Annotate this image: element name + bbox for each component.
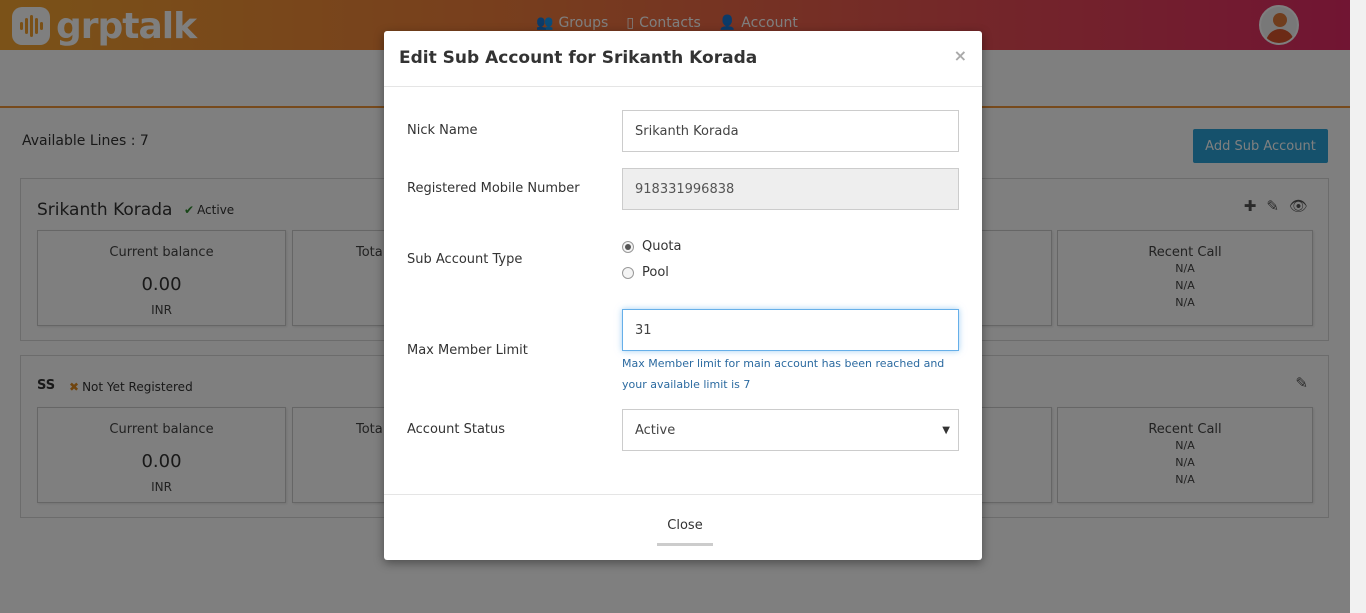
chevron-down-icon[interactable]: ▼ xyxy=(942,425,950,436)
mobile-field: 918331996838 xyxy=(622,168,959,210)
close-button[interactable]: Close xyxy=(657,518,713,546)
radio-quota[interactable]: Quota xyxy=(622,239,682,254)
edit-sub-account-modal: Edit Sub Account for Srikanth Korada × N… xyxy=(384,31,982,560)
account-status-value: Active xyxy=(635,422,676,438)
account-status-label: Account Status xyxy=(407,422,506,437)
close-icon[interactable]: × xyxy=(954,46,967,65)
modal-footer: Close xyxy=(384,494,982,560)
nick-name-field[interactable]: Srikanth Korada xyxy=(622,110,959,152)
max-member-help: Max Member limit for main account has be… xyxy=(622,357,945,391)
account-status-select[interactable]: Active ▼ xyxy=(622,409,959,451)
max-member-label: Max Member Limit xyxy=(407,343,528,358)
page-scrollbar[interactable] xyxy=(1350,0,1366,613)
max-member-field[interactable]: 31 xyxy=(622,309,959,351)
sub-account-type-label: Sub Account Type xyxy=(407,252,523,267)
radio-quota-label: Quota xyxy=(642,239,682,254)
nick-name-label: Nick Name xyxy=(407,123,478,138)
radio-selected-icon[interactable] xyxy=(622,240,634,253)
modal-header: Edit Sub Account for Srikanth Korada × xyxy=(384,31,982,87)
radio-pool-label: Pool xyxy=(642,265,669,280)
radio-pool[interactable]: Pool xyxy=(622,265,669,280)
mobile-label: Registered Mobile Number xyxy=(407,181,580,196)
radio-unselected-icon[interactable] xyxy=(622,266,634,279)
modal-title: Edit Sub Account for Srikanth Korada xyxy=(399,48,758,68)
